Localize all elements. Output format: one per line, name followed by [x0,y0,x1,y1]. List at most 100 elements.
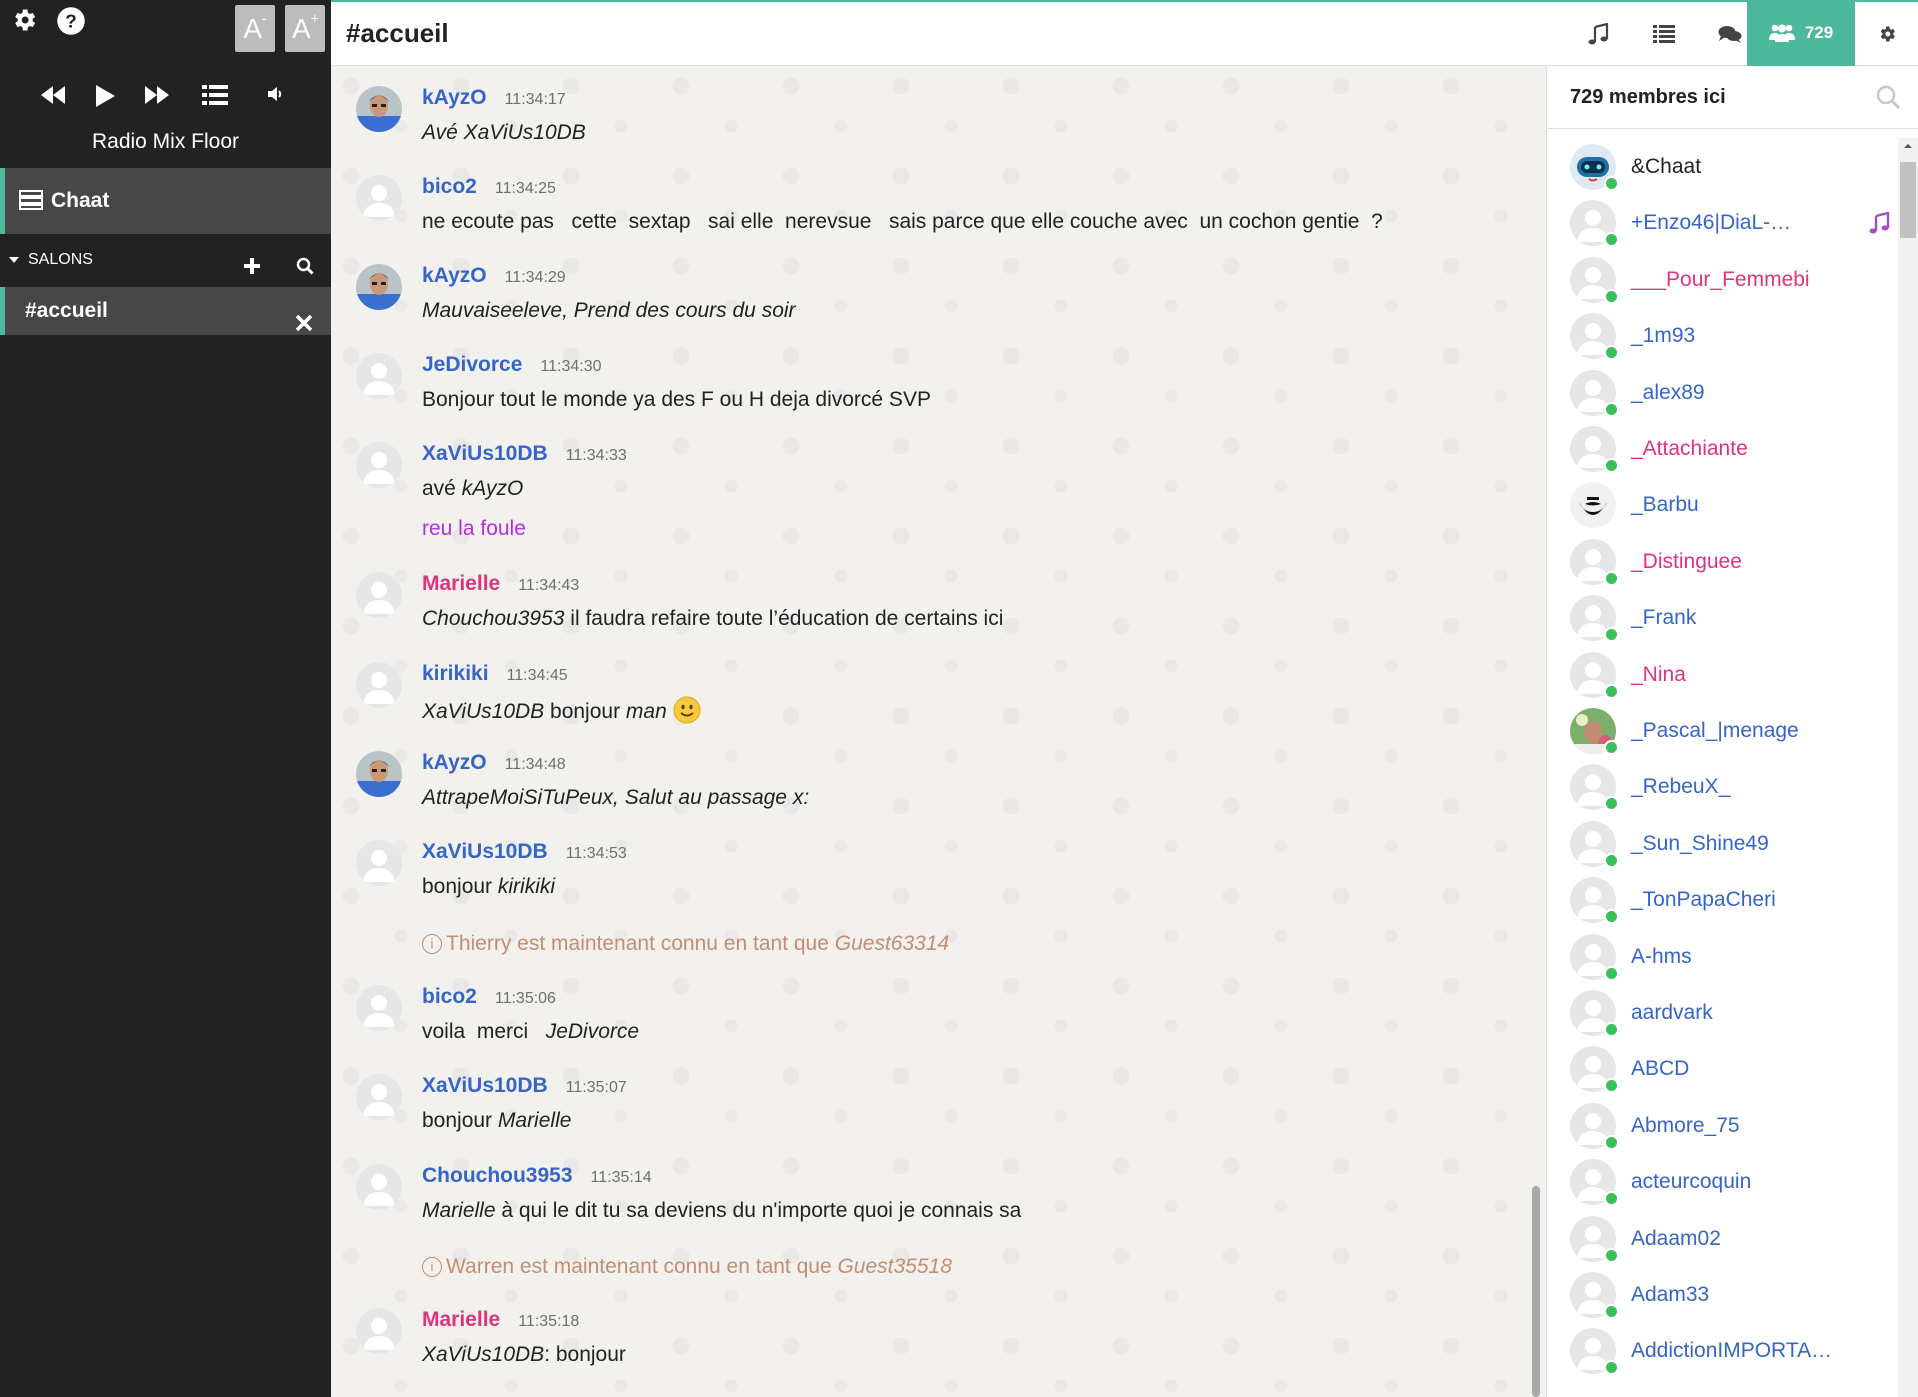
avatar[interactable] [356,751,402,797]
message-mention[interactable]: Marielle [422,1199,496,1222]
avatar[interactable] [356,572,402,618]
message-mention[interactable]: kirikiki [498,875,555,898]
avatar[interactable] [356,175,402,221]
room-list-icon[interactable] [1633,2,1695,66]
message-text: Marielle à qui le dit tu sa deviens du n… [422,1198,1502,1224]
avatar[interactable] [356,985,402,1031]
member-item[interactable]: A-hms [1570,928,1890,985]
avatar[interactable] [356,264,402,310]
message-mention[interactable]: JeDivorce [546,1020,639,1043]
font-decrease-button[interactable]: A- [235,5,275,52]
message-nick[interactable]: kAyzO [422,751,487,774]
sidebar: ? A- A+ Radio Mix Floor Chaat SALONS #ac… [0,0,331,1397]
message-mention[interactable]: Marielle [498,1109,572,1132]
notice-name[interactable]: Guest63314 [835,932,949,955]
avatar[interactable] [356,353,402,399]
message-nick[interactable]: bico2 [422,175,477,198]
member-item[interactable]: AddictionIMPORTA… [1570,1322,1890,1379]
search-room-icon[interactable] [296,251,314,291]
help-icon[interactable]: ? [56,6,86,41]
message-time: 11:34:53 [565,845,627,862]
message-nick[interactable]: JeDivorce [422,353,522,376]
member-item[interactable]: _TonPapaCheri [1570,871,1890,928]
member-item[interactable]: _Pascal_|menage [1570,702,1890,759]
member-item[interactable]: _1m93 [1570,307,1890,364]
member-name: _Barbu [1631,493,1699,517]
member-item[interactable]: _Sun_Shine49 [1570,815,1890,872]
add-room-icon[interactable] [243,251,261,291]
chat-messages[interactable]: kAyzO 11:34:17 Avé XaViUs10DB bico2 11:34:… [331,66,1546,1397]
member-item[interactable]: _Attachiante [1570,420,1890,477]
chat-scrollbar[interactable] [1532,1186,1540,1397]
message-mention[interactable]: XaViUs10DB [422,700,544,723]
search-members-icon[interactable] [1875,84,1901,115]
avatar[interactable] [356,1308,402,1354]
avatar[interactable] [356,1074,402,1120]
member-item[interactable]: _Frank [1570,589,1890,646]
online-status-dot [1604,740,1619,755]
fast-forward-icon[interactable] [144,84,170,111]
message-nick[interactable]: bico2 [422,985,477,1008]
message-nick[interactable]: kAyzO [422,86,487,109]
scroll-up-arrow-icon[interactable] [1898,138,1918,154]
message-nick[interactable]: Chouchou3953 [422,1164,573,1187]
avatar[interactable] [356,1164,402,1210]
message-mention[interactable]: Chouchou3953 [422,607,564,630]
message-nick[interactable]: XaViUs10DB [422,840,548,863]
online-status-dot [1604,345,1619,361]
avatar[interactable] [356,86,402,132]
message-nick[interactable]: kAyzO [422,264,487,287]
music-icon[interactable] [1567,2,1629,66]
play-icon[interactable] [94,84,116,113]
members-scrollbar-thumb[interactable] [1900,162,1916,238]
avatar[interactable] [356,442,402,488]
member-item[interactable]: aardvark [1570,984,1890,1041]
volume-icon[interactable] [266,84,286,109]
member-item[interactable]: +Enzo46|DiaL-… [1570,194,1890,251]
member-item[interactable]: ABCD [1570,1040,1890,1097]
notice-name[interactable]: Guest35518 [837,1255,951,1278]
member-item[interactable]: Abmore_75 [1570,1097,1890,1154]
radio-title: Radio Mix Floor [91,130,240,153]
member-item[interactable]: &Chaat [1570,138,1890,195]
message-text-part: bonjour [422,1109,498,1132]
font-increase-button[interactable]: A+ [285,5,326,52]
member-item[interactable]: _Barbu [1570,476,1890,533]
member-item[interactable]: _RebeuX_ [1570,758,1890,815]
message-nick[interactable]: XaViUs10DB [422,442,548,465]
message-mention[interactable]: XaViUs10DB [422,1343,544,1366]
member-name: Adaam02 [1631,1226,1721,1250]
playlist-icon[interactable] [202,84,228,111]
settings-icon[interactable] [1856,2,1918,66]
message-nick[interactable]: Marielle [422,1308,500,1331]
close-room-icon[interactable] [295,302,313,350]
member-name: _Distinguee [1631,549,1742,573]
settings-gear-icon[interactable] [10,6,38,39]
message-text: avé kAyzO [422,476,1502,502]
message-nick[interactable]: kirikiki [422,662,489,685]
message-mention[interactable]: kAyzO [462,477,524,500]
member-item[interactable]: Adaam02 [1570,1210,1890,1267]
member-item[interactable]: ___Pour_Femmebi [1570,251,1890,308]
message-time: 11:35:06 [494,990,556,1007]
members-button[interactable]: 729 [1747,0,1855,66]
message-nick[interactable]: Marielle [422,572,500,595]
member-item[interactable]: _Distinguee [1570,533,1890,590]
font-decrease-sup: - [262,10,267,26]
member-avatar[interactable] [1570,482,1616,529]
sidebar-item-chaat[interactable]: Chaat [0,168,331,234]
member-name: Adam33 [1631,1283,1710,1306]
member-item[interactable]: Adam33 [1570,1266,1890,1323]
online-status-dot [1604,1022,1619,1037]
rewind-icon[interactable] [40,84,66,111]
members-count-title: 729 membres ici [1570,86,1726,108]
avatar[interactable] [356,840,402,886]
sidebar-room-accueil[interactable]: #accueil [0,287,331,335]
member-item[interactable]: _alex89 [1570,364,1890,421]
svg-text:?: ? [66,10,77,31]
members-scrollbar-track[interactable] [1898,138,1918,1397]
member-item[interactable]: _Nina [1570,646,1890,703]
member-item[interactable]: acteurcoquin [1570,1153,1890,1210]
message-nick[interactable]: XaViUs10DB [422,1074,548,1097]
avatar[interactable] [356,662,402,708]
